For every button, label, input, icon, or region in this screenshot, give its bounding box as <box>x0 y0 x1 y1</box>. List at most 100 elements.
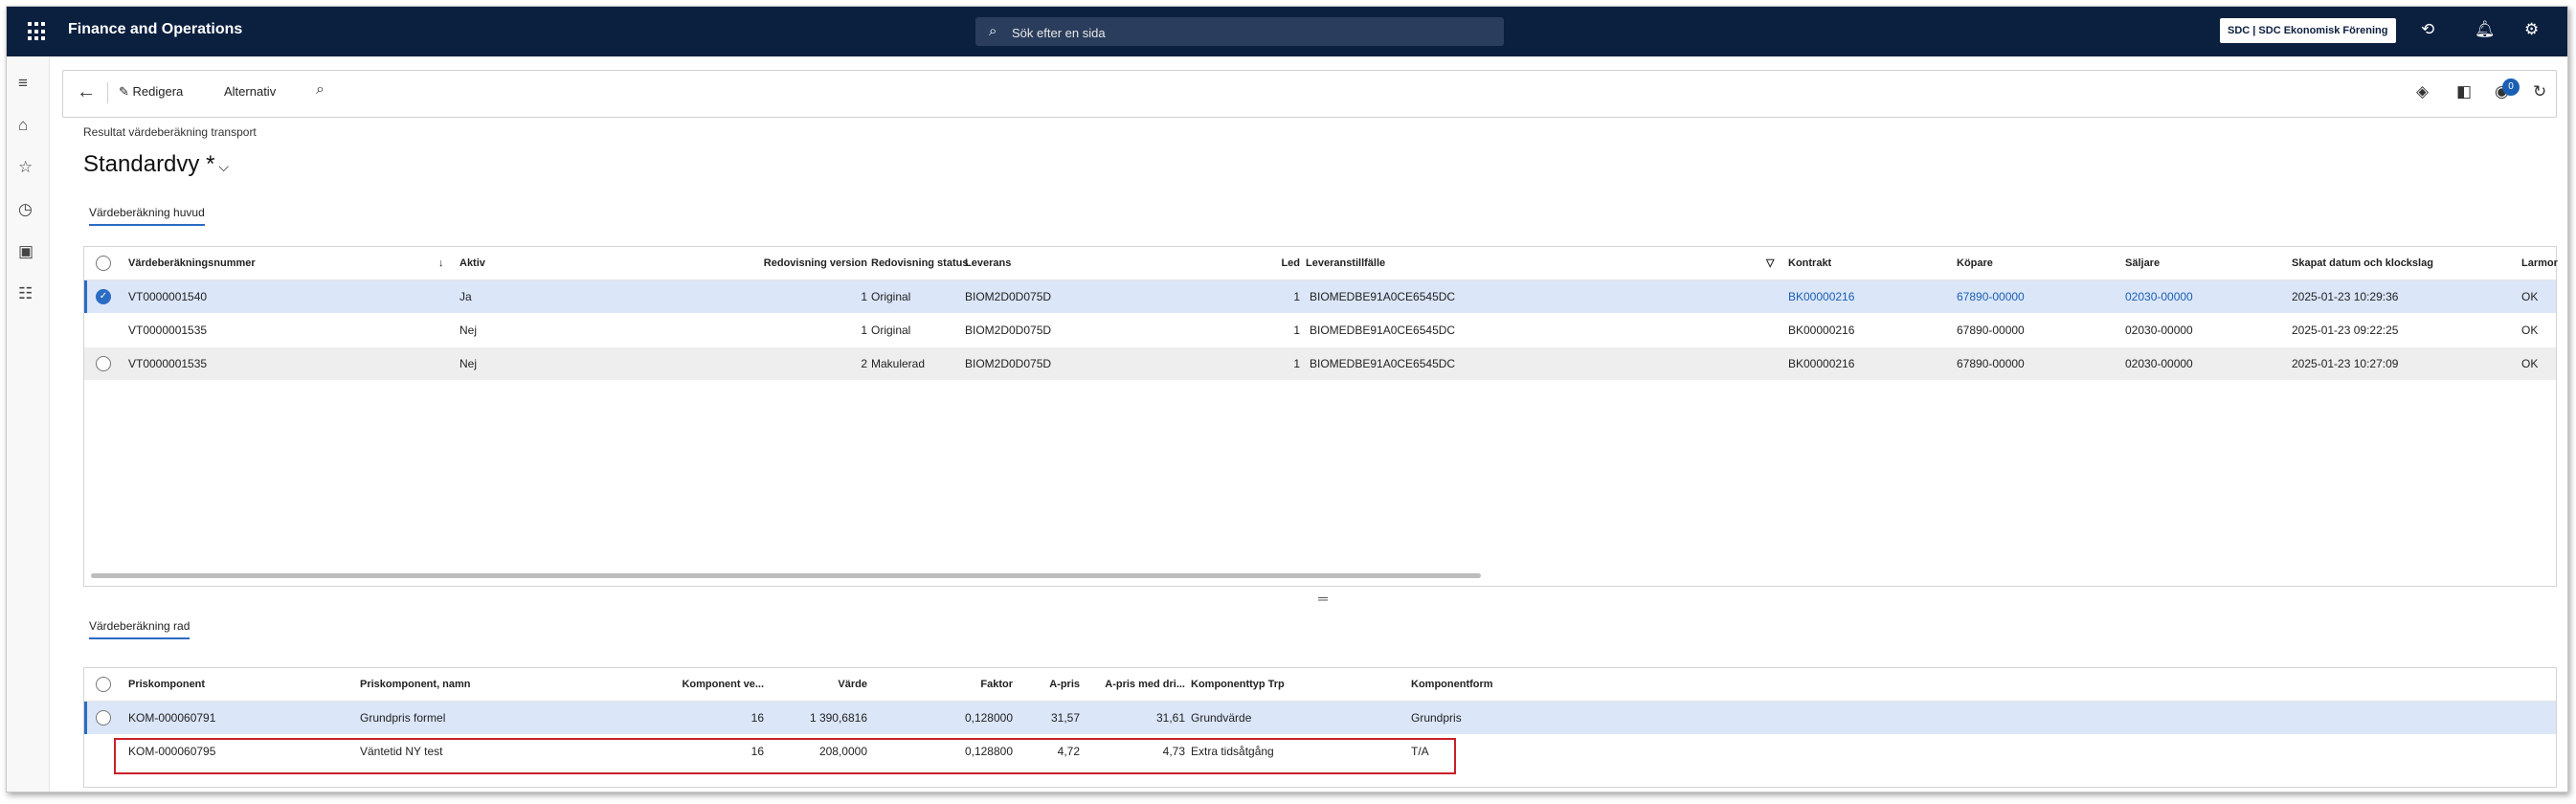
cell-alarm: OK <box>2521 357 2539 370</box>
cell-number[interactable]: VT0000001540 <box>128 280 207 313</box>
select-all-radio[interactable] <box>96 677 111 692</box>
column-header[interactable]: Led <box>1195 247 1300 279</box>
cell-unit-price-ops: 31,61 <box>1155 711 1185 725</box>
seller-link[interactable]: 02030-00000 <box>2125 280 2193 313</box>
cell-active: Nej <box>459 357 478 370</box>
column-header[interactable]: Komponenttyp Trp <box>1191 668 1285 701</box>
gear-icon[interactable]: ⚙ <box>2524 20 2539 39</box>
diamond-icon[interactable]: ◈ <box>2416 82 2429 101</box>
column-header[interactable]: Leverans <box>965 247 1011 279</box>
table-row[interactable]: KOM-000060791 Grundpris formel 16 1 390,… <box>84 702 2556 734</box>
column-header[interactable]: Priskomponent <box>128 668 205 701</box>
cell-unit-price: 31,57 <box>1050 711 1080 725</box>
column-header[interactable]: Aktiv <box>459 247 485 279</box>
home-icon[interactable]: ⌂ <box>18 116 28 135</box>
contract-link[interactable]: BK00000216 <box>1788 347 1854 380</box>
table-row[interactable]: VT0000001535 Nej 2 Makulerad BIOM2D0D075… <box>84 347 2556 380</box>
buyer-link[interactable]: 67890-00000 <box>1957 347 2025 380</box>
company-picker[interactable]: SDC | SDC Ekonomisk Förening <box>2220 18 2396 43</box>
cell-alarm: OK <box>2521 324 2539 337</box>
page-title: Standardvy * <box>83 151 215 177</box>
splitter-handle-icon[interactable]: ═ <box>1318 591 1328 606</box>
column-header[interactable]: Redovisning version <box>659 247 867 279</box>
cell-occasion: BIOMEDBE91A0CE6545DC <box>1310 290 1456 303</box>
seller-link[interactable]: 02030-00000 <box>2125 347 2193 380</box>
workspace-icon[interactable]: ▣ <box>18 242 34 261</box>
cell-created: 2025-01-23 10:29:36 <box>2292 290 2399 303</box>
chevron-down-icon: ⌵ <box>218 159 230 174</box>
options-menu-button[interactable]: Alternativ <box>224 84 276 99</box>
column-header[interactable]: Komponent ve... <box>592 668 764 701</box>
find-icon[interactable]: ⌕ <box>316 81 325 99</box>
cell-led: 1 <box>1293 290 1300 303</box>
modules-list-icon[interactable]: ☷ <box>18 284 33 303</box>
cell-delivery: BIOM2D0D075D <box>965 357 1052 370</box>
action-bar: ← ✎ Redigera Alternativ ⌕ ◈ ◧ ◉ 0 ↻ <box>62 70 2557 118</box>
cell-occasion: BIOMEDBE91A0CE6545DC <box>1310 357 1456 370</box>
view-selector[interactable]: Standardvy * ⌵ <box>83 151 229 178</box>
column-header[interactable]: Komponentform <box>1411 668 1493 701</box>
office-icon[interactable]: ◧ <box>2456 82 2472 101</box>
column-header[interactable]: Larmor <box>2521 247 2558 279</box>
row-grid-columns: Priskomponent Priskomponent, namn Kompon… <box>84 668 2556 701</box>
cell-number[interactable]: VT0000001535 <box>128 314 207 346</box>
search-box[interactable]: ⌕ <box>975 17 1504 46</box>
column-header[interactable]: A-pris med dri... <box>1080 668 1185 701</box>
hamburger-menu-icon[interactable]: ≡ <box>18 74 28 93</box>
cell-created: 2025-01-23 09:22:25 <box>2292 324 2399 337</box>
app-window: Finance and Operations ⌕ SDC | SDC Ekono… <box>6 6 2568 793</box>
buyer-link[interactable]: 67890-00000 <box>1957 314 2025 346</box>
row-select-radio[interactable] <box>96 710 111 726</box>
cell-status: Makulerad <box>871 357 926 370</box>
filter-icon[interactable]: ▽ <box>1766 247 1774 279</box>
column-header[interactable]: Värdeberäkningsnummer <box>128 247 256 279</box>
app-title[interactable]: Finance and Operations <box>68 21 242 38</box>
cell-type: Grundvärde <box>1191 711 1252 725</box>
row-select-radio[interactable] <box>96 356 111 371</box>
cell-form: Grundpris <box>1411 711 1462 725</box>
column-header[interactable]: Priskomponent, namn <box>360 668 471 701</box>
seller-link[interactable]: 02030-00000 <box>2125 314 2193 346</box>
back-arrow-icon[interactable]: ← <box>77 81 96 103</box>
column-header[interactable]: Faktor <box>888 668 1013 701</box>
top-bar: Finance and Operations ⌕ SDC | SDC Ekono… <box>7 7 2567 56</box>
cell-version: 16 <box>750 711 764 725</box>
column-header[interactable]: A-pris <box>1022 668 1080 701</box>
star-icon[interactable]: ☆ <box>18 158 33 177</box>
column-header[interactable]: Säljare <box>2125 247 2160 279</box>
column-header[interactable]: Skapat datum och klockslag <box>2292 247 2433 279</box>
edit-button[interactable]: ✎ Redigera <box>119 84 183 100</box>
buyer-link[interactable]: 67890-00000 <box>1957 280 2025 313</box>
contract-link[interactable]: BK00000216 <box>1788 280 1854 313</box>
app-launcher-icon[interactable] <box>28 22 47 41</box>
column-header[interactable]: Redovisning status <box>871 247 968 279</box>
contract-link[interactable]: BK00000216 <box>1788 314 1854 346</box>
cell-number[interactable]: VT0000001535 <box>128 347 207 380</box>
tab-header-grid[interactable]: Värdeberäkning huvud <box>89 206 205 226</box>
refresh-icon[interactable]: ↻ <box>2533 82 2546 101</box>
bell-icon[interactable]: 🔔︎ <box>2475 20 2496 39</box>
column-header[interactable]: Leveranstillfälle <box>1306 247 1385 279</box>
select-all-radio[interactable] <box>96 256 111 271</box>
tab-row-grid[interactable]: Värdeberäkning rad <box>89 619 190 639</box>
column-header[interactable]: Värde <box>764 668 867 701</box>
clock-icon[interactable]: ◷ <box>18 200 33 219</box>
cell-status: Original <box>871 290 911 303</box>
cell-component[interactable]: KOM-000060791 <box>128 702 215 734</box>
cell-name: Grundpris formel <box>360 711 446 725</box>
cell-version: 1 <box>861 324 867 337</box>
breadcrumb: Resultat värdeberäkning transport <box>83 125 257 139</box>
cell-active: Nej <box>459 324 478 337</box>
nav-rail: ≡ ⌂ ☆ ◷ ▣ ☷ <box>7 56 50 792</box>
notification-badge: 0 <box>2502 78 2520 96</box>
search-input[interactable] <box>1010 22 1473 43</box>
column-header[interactable]: Köpare <box>1957 247 1993 279</box>
row-check-icon[interactable]: ✓ <box>96 289 111 304</box>
copilot-icon[interactable]: ⟲ <box>2421 20 2434 39</box>
sort-arrow-icon[interactable]: ↓ <box>438 247 444 279</box>
header-grid-columns: Värdeberäkningsnummer ↓ Aktiv Redovisnin… <box>84 247 2558 279</box>
horizontal-scrollbar[interactable] <box>91 573 1481 578</box>
table-row[interactable]: ✓ VT0000001540 Ja 1 Original BIOM2D0D075… <box>84 280 2556 313</box>
column-header[interactable]: Kontrakt <box>1788 247 1831 279</box>
table-row[interactable]: VT0000001535 Nej 1 Original BIOM2D0D075D… <box>84 314 2556 346</box>
